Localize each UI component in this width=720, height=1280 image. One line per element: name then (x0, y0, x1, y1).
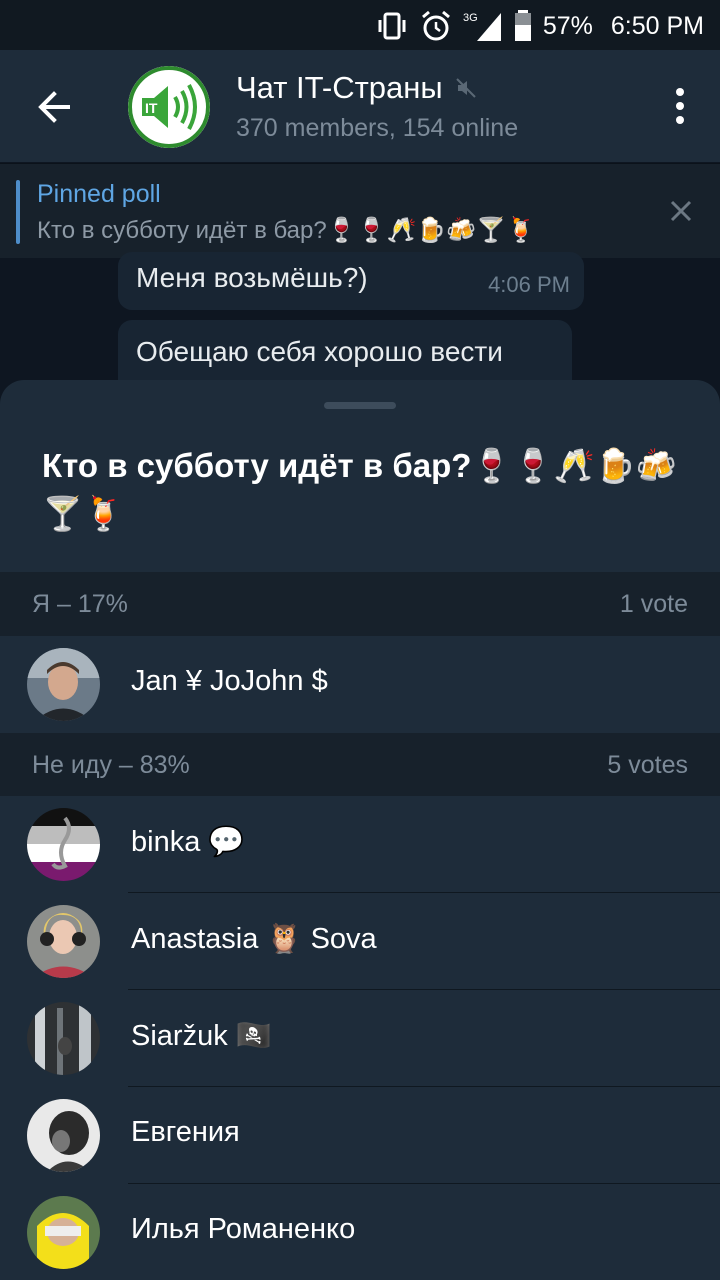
voter-row[interactable]: Илья Романенко (0, 1184, 720, 1280)
pinned-accent-bar (16, 180, 20, 244)
message-time: 4:06 PM (488, 272, 570, 297)
option-label: Я – 17% (32, 590, 128, 618)
message-list: Меня возьмёшь?) 4:06 PM Обещаю себя хоро… (0, 252, 720, 400)
pinned-text: Кто в субботу идёт в бар?🍷🍷🥂🍺🍻🍸🍹 (37, 217, 536, 244)
message-text: Обещаю себя хорошо вести (136, 336, 503, 367)
voter-name: Siaržuk 🏴‍☠️ (131, 1020, 272, 1052)
app-root: 3G 57% 6:50 PM IT Чат IT-Страны 370 memb… (0, 0, 720, 1280)
chat-header: IT Чат IT-Страны 370 members, 154 online (0, 50, 720, 162)
voter-name: binka 💬 (131, 826, 245, 858)
avatar (27, 1002, 100, 1075)
option-votes: 5 votes (607, 751, 688, 779)
close-icon[interactable] (664, 194, 698, 228)
pinned-title: Pinned poll (37, 180, 161, 208)
more-vert-icon[interactable] (670, 86, 690, 126)
avatar (27, 648, 100, 721)
avatar (27, 1196, 100, 1269)
battery-icon (514, 10, 531, 41)
voter-row[interactable]: Евгения (0, 1087, 720, 1184)
voter-name: Anastasia 🦉 Sova (131, 923, 377, 955)
vibrate-icon (378, 12, 406, 40)
chat-avatar[interactable]: IT (128, 66, 210, 148)
chat-title-text: Чат IT-Страны (236, 70, 443, 105)
clock: 6:50 PM (610, 11, 704, 40)
voter-row[interactable]: binka 💬 (0, 796, 720, 893)
voter-row[interactable]: Anastasia 🦉 Sova (0, 893, 720, 990)
message-bubble[interactable]: Меня возьмёшь?) 4:06 PM (118, 252, 584, 310)
network-type: 3G (463, 12, 478, 24)
status-bar: 3G 57% 6:50 PM (0, 0, 720, 50)
voter-name: Jan ¥ JoJohn $ (131, 665, 328, 697)
voter-row[interactable]: Siaržuk 🏴‍☠️ (0, 990, 720, 1087)
chat-title[interactable]: Чат IT-Страны (236, 70, 477, 106)
muted-icon (455, 78, 476, 98)
avatar (27, 1099, 100, 1172)
sheet-drag-handle[interactable] (324, 402, 396, 409)
pinned-poll-bar[interactable]: Pinned poll Кто в субботу идёт в бар?🍷🍷🥂… (0, 163, 720, 258)
chat-subtitle: 370 members, 154 online (236, 114, 519, 142)
poll-results-sheet: Кто в субботу идёт в бар?🍷🍷🥂🍺🍻🍸🍹 Я – 17%… (0, 380, 720, 1280)
voter-name: Евгения (131, 1116, 240, 1148)
voter-name: Илья Романенко (131, 1213, 356, 1245)
poll-question: Кто в субботу идёт в бар?🍷🍷🥂🍺🍻🍸🍹 (42, 447, 677, 532)
avatar (27, 905, 100, 978)
battery-percent: 57% (542, 11, 593, 40)
message-text: Меня возьмёшь?) (136, 262, 368, 293)
voter-row[interactable]: Jan ¥ JoJohn $ (0, 636, 720, 733)
back-arrow-icon[interactable] (30, 82, 80, 132)
poll-option-header: Не иду – 83% 5 votes (0, 733, 720, 797)
avatar-label: IT (145, 100, 158, 116)
poll-option-header: Я – 17% 1 vote (0, 572, 720, 636)
option-votes: 1 vote (619, 590, 688, 618)
alarm-icon (421, 10, 450, 41)
avatar (27, 808, 100, 881)
signal-icon: 3G (463, 12, 501, 41)
option-label: Не иду – 83% (32, 751, 190, 779)
